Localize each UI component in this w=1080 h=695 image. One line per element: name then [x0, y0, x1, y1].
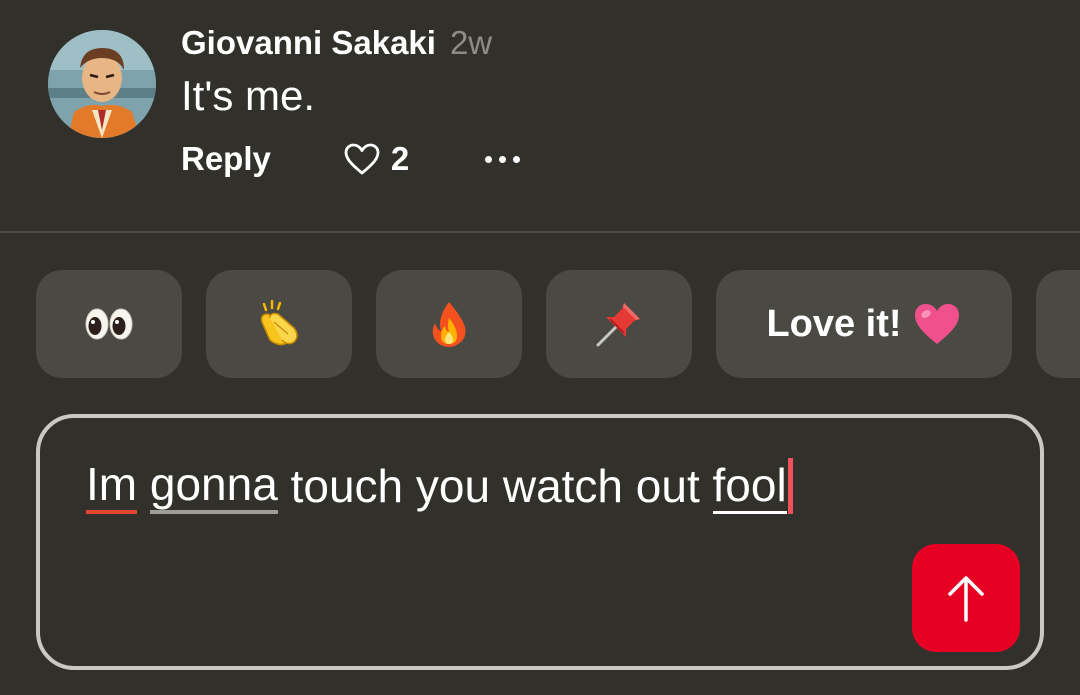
misspelled-word: Im [86, 458, 138, 514]
clapping-hands-emoji [260, 300, 298, 346]
text-caret [787, 458, 793, 514]
ellipsis-dot [499, 155, 507, 163]
eyes-emoji [85, 308, 133, 340]
flagged-word: gonna [149, 458, 278, 514]
fire-emoji [432, 302, 466, 347]
send-button[interactable] [912, 544, 1020, 652]
comment-text: It's me. [181, 72, 316, 119]
ellipsis-dot [513, 155, 521, 163]
reaction-love-it[interactable]: Love it! [716, 270, 1012, 378]
comment-timestamp: 2w [449, 24, 493, 61]
author-line: Giovanni Sakaki 2w [181, 24, 492, 66]
ellipsis-icon [485, 155, 493, 163]
like-button[interactable]: 2 [343, 140, 409, 178]
reply-composer[interactable]: Im gonna touch you watch out fool [36, 414, 1044, 670]
reaction-pin[interactable] [546, 270, 692, 378]
divider [0, 231, 1080, 233]
reaction-love-it-label: Love it! [766, 302, 902, 345]
reply-button[interactable]: Reply [181, 140, 271, 178]
quick-reactions: Love it! [0, 270, 1080, 378]
pink-heart-emoji [914, 304, 959, 344]
author-avatar[interactable] [48, 30, 156, 138]
reply-input[interactable]: Im gonna touch you watch out fool [86, 456, 793, 516]
reaction-fire[interactable] [376, 270, 522, 378]
comment: Giovanni Sakaki 2w It's me. Reply 2 [0, 0, 1080, 232]
comment-actions: Reply 2 [181, 136, 521, 182]
heart-outline-icon [344, 143, 380, 175]
reaction-clap[interactable] [206, 270, 352, 378]
more-options-button[interactable] [485, 144, 521, 174]
like-count: 2 [390, 140, 410, 177]
reaction-eyes[interactable] [36, 270, 182, 378]
arrow-up-icon [948, 576, 984, 622]
composing-word: fool [712, 459, 787, 514]
pushpin-emoji [596, 303, 640, 347]
input-text: touch you watch out [290, 460, 700, 512]
reaction-more[interactable] [1036, 270, 1080, 378]
cartoon-man-in-suit-avatar [48, 30, 156, 138]
author-name[interactable]: Giovanni Sakaki [181, 24, 436, 62]
